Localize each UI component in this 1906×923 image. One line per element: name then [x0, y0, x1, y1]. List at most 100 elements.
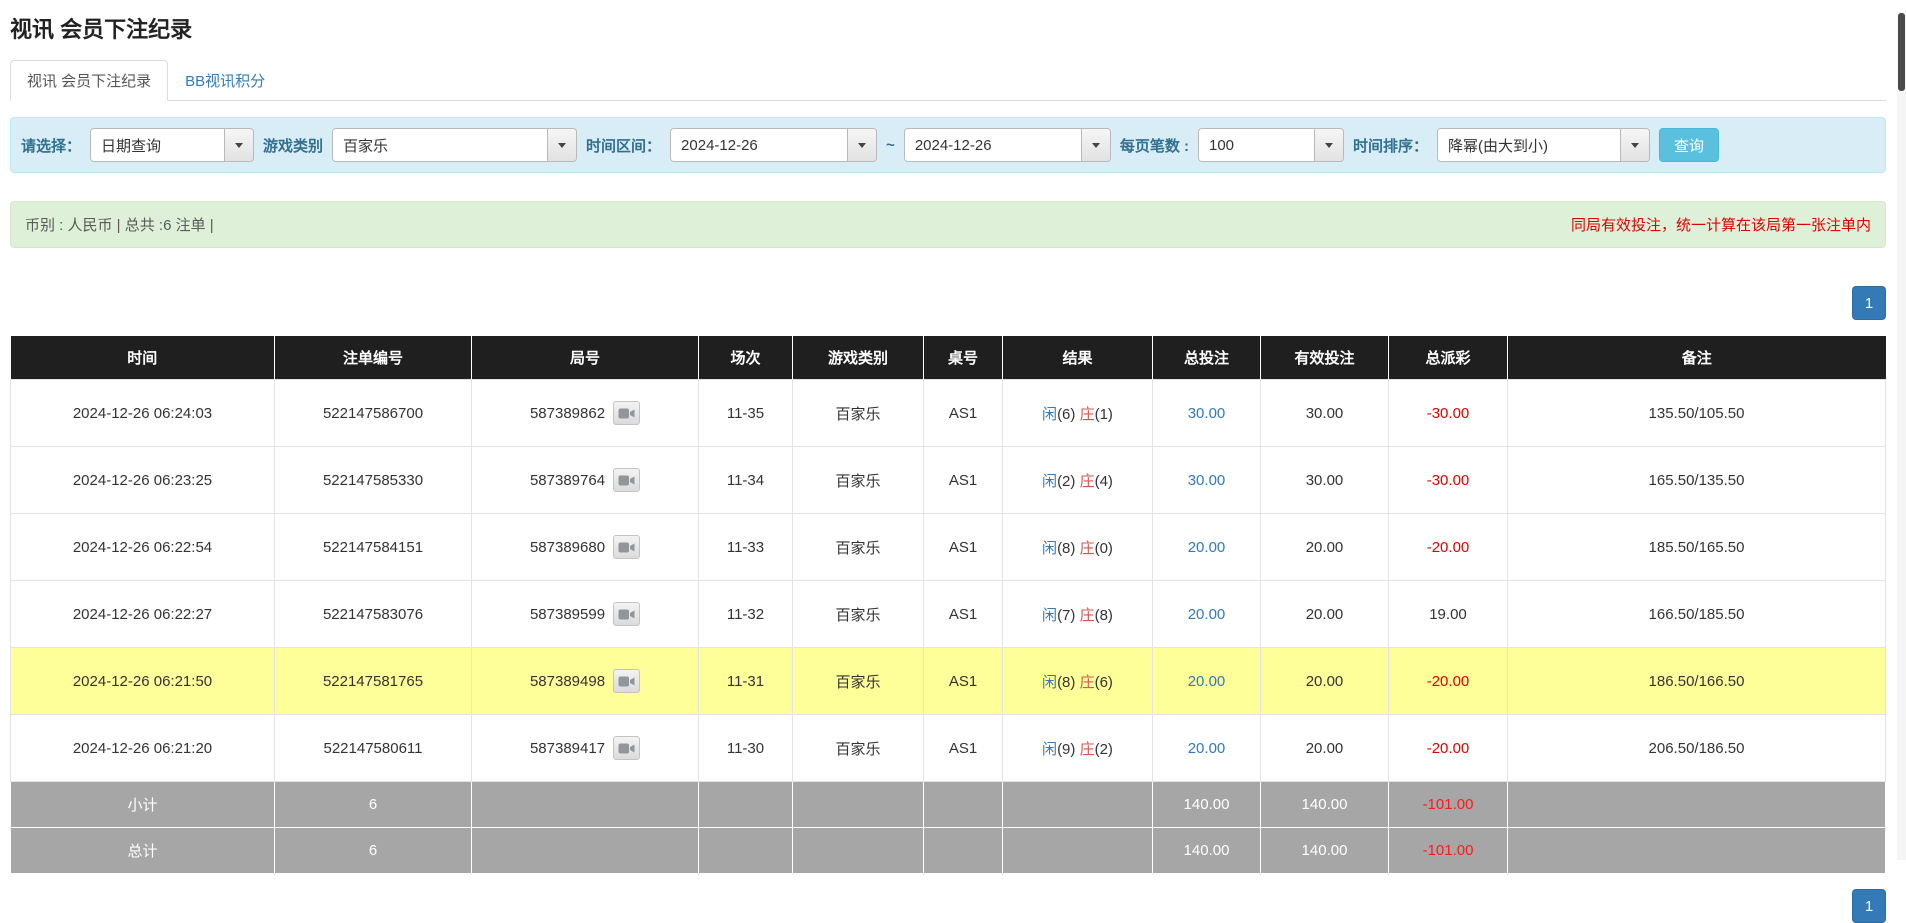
video-camera-icon [618, 474, 635, 487]
cell-bet-id: 522147580611 [275, 715, 472, 782]
sort-order-dropdown-button[interactable] [1620, 129, 1649, 161]
column-header: 备注 [1508, 336, 1886, 380]
scrollbar-thumb[interactable] [1898, 13, 1905, 91]
cell-total-bet: 30.00 [1153, 380, 1261, 447]
footer-empty-cell [1003, 828, 1153, 874]
column-header: 局号 [472, 336, 699, 380]
column-header: 注单编号 [275, 336, 472, 380]
result-player: 闲 [1042, 607, 1057, 624]
page-size-dropdown-button[interactable] [1314, 129, 1343, 161]
query-type-dropdown-button[interactable] [224, 129, 253, 161]
round-wrap: 587389498 [530, 669, 640, 693]
footer-empty-cell [472, 828, 699, 874]
date-to-picker[interactable] [904, 128, 1111, 162]
video-replay-button[interactable] [613, 401, 640, 425]
select-label: 请选择： [21, 135, 81, 156]
round-number: 587389599 [530, 606, 605, 623]
video-camera-icon [618, 608, 635, 621]
footer-empty-cell [793, 782, 924, 828]
cell-note: 206.50/186.50 [1508, 715, 1886, 782]
footer-label: 总计 [11, 828, 275, 874]
video-camera-icon [618, 541, 635, 554]
total-bet-link[interactable]: 20.00 [1188, 740, 1226, 757]
date-from-picker[interactable] [670, 128, 877, 162]
result-player-score: (6) [1057, 406, 1075, 423]
cell-session: 11-33 [699, 514, 793, 581]
cell-valid-bet: 30.00 [1261, 380, 1389, 447]
chevron-down-icon [1325, 143, 1333, 148]
column-header: 总投注 [1153, 336, 1261, 380]
tab-bb-video-points[interactable]: BB视讯积分 [168, 60, 282, 101]
cell-time: 2024-12-26 06:23:25 [11, 447, 275, 514]
result-player: 闲 [1042, 540, 1057, 557]
time-range-label: 时间区间： [586, 135, 661, 156]
cell-note: 166.50/185.50 [1508, 581, 1886, 648]
cell-time: 2024-12-26 06:22:54 [11, 514, 275, 581]
result-player-score: (2) [1057, 473, 1075, 490]
column-header: 场次 [699, 336, 793, 380]
game-type-input[interactable] [333, 129, 547, 161]
total-bet-link[interactable]: 20.00 [1188, 673, 1226, 690]
cell-payout: -30.00 [1389, 447, 1508, 514]
round-wrap: 587389764 [530, 468, 640, 492]
column-header: 桌号 [924, 336, 1003, 380]
page-size-select[interactable] [1198, 128, 1344, 162]
scrollbar-track[interactable] [1897, 12, 1906, 860]
result-player: 闲 [1042, 674, 1057, 691]
sort-order-select[interactable] [1437, 128, 1650, 162]
video-replay-button[interactable] [613, 669, 640, 693]
total-bet-link[interactable]: 30.00 [1188, 405, 1226, 422]
page-1-button[interactable]: 1 [1852, 286, 1886, 320]
game-type-select[interactable] [332, 128, 577, 162]
video-replay-button[interactable] [613, 468, 640, 492]
total-bet-link[interactable]: 20.00 [1188, 539, 1226, 556]
cell-game-type: 百家乐 [793, 581, 924, 648]
cell-note: 165.50/135.50 [1508, 447, 1886, 514]
cell-result: 闲(9) 庄(2) [1003, 715, 1153, 782]
footer-empty-cell [699, 828, 793, 874]
video-replay-button[interactable] [613, 602, 640, 626]
date-to-dropdown-button[interactable] [1081, 129, 1110, 161]
chevron-down-icon [858, 143, 866, 148]
table-row: 2024-12-26 06:24:03522147586700587389862… [11, 380, 1886, 447]
cell-time: 2024-12-26 06:24:03 [11, 380, 275, 447]
result-banker: 庄 [1080, 741, 1095, 758]
total-bet-link[interactable]: 30.00 [1188, 472, 1226, 489]
total-bet-link[interactable]: 20.00 [1188, 606, 1226, 623]
date-from-dropdown-button[interactable] [847, 129, 876, 161]
page-size-input[interactable] [1199, 129, 1314, 161]
query-type-select[interactable] [90, 128, 254, 162]
cell-table-no: AS1 [924, 380, 1003, 447]
date-from-input[interactable] [671, 129, 847, 161]
result-banker-score: (6) [1095, 674, 1113, 691]
cell-valid-bet: 20.00 [1261, 648, 1389, 715]
cell-time: 2024-12-26 06:22:27 [11, 581, 275, 648]
cell-bet-id: 522147583076 [275, 581, 472, 648]
cell-table-no: AS1 [924, 581, 1003, 648]
sort-order-input[interactable] [1438, 129, 1620, 161]
page-1-button-bottom[interactable]: 1 [1852, 889, 1886, 923]
cell-total-bet: 20.00 [1153, 514, 1261, 581]
tab-betting-records[interactable]: 视讯 会员下注纪录 [10, 60, 168, 101]
video-replay-button[interactable] [613, 535, 640, 559]
game-type-dropdown-button[interactable] [547, 129, 576, 161]
subtotal-row: 小计6140.00140.00-101.00 [11, 782, 1886, 828]
cell-game-type: 百家乐 [793, 447, 924, 514]
cell-session: 11-35 [699, 380, 793, 447]
footer-payout: -101.00 [1389, 828, 1508, 874]
result-banker-score: (8) [1095, 607, 1113, 624]
cell-total-bet: 30.00 [1153, 447, 1261, 514]
footer-total-bet: 140.00 [1153, 828, 1261, 874]
chevron-down-icon [1092, 143, 1100, 148]
date-to-input[interactable] [905, 129, 1081, 161]
result-player: 闲 [1042, 473, 1057, 490]
footer-valid-bet: 140.00 [1261, 782, 1389, 828]
cell-bet-id: 522147581765 [275, 648, 472, 715]
cell-payout: 19.00 [1389, 581, 1508, 648]
cell-bet-id: 522147584151 [275, 514, 472, 581]
query-type-input[interactable] [91, 129, 224, 161]
cell-game-type: 百家乐 [793, 648, 924, 715]
footer-empty-cell [924, 828, 1003, 874]
video-replay-button[interactable] [613, 736, 640, 760]
search-button[interactable]: 查询 [1659, 128, 1719, 162]
